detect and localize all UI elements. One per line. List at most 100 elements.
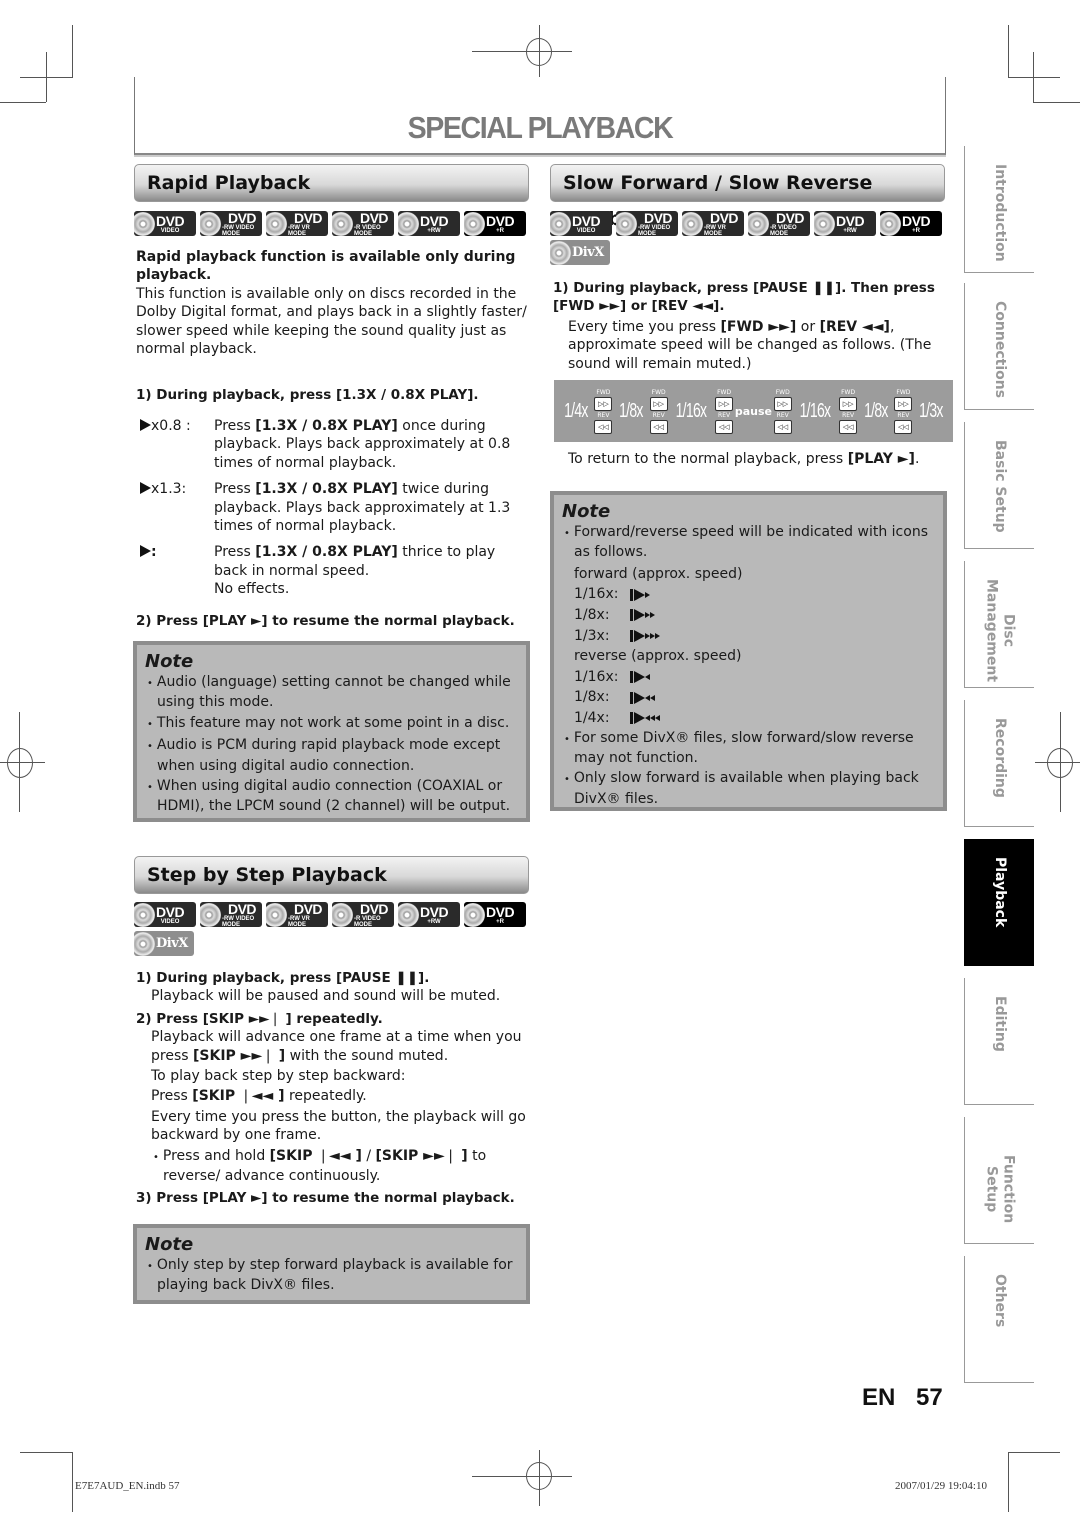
badge-dvd-rw-video: DVD -RW VIDEO MODE [200,211,262,236]
rapid-lead-bold: Rapid playback function is available onl… [136,249,516,284]
slow-return-text: To return to the normal playback, press … [568,451,920,467]
rapid-mode-list: x0.8 : Press [1.3X / 0.8X PLAY] once dur… [140,417,530,599]
disc-icon [134,902,155,927]
section-heading-slow: Slow Forward / Slow Reverse Playback [550,164,945,230]
rev-button-icon: ◁◁ [773,419,792,434]
disc-icon [200,211,221,236]
reverse-speed-row: 1/4x: [574,708,935,729]
crop-mark [46,52,47,102]
speed-label: 1/16x [800,399,831,422]
rapid-lead-text: This function is available only on discs… [136,285,527,358]
step-instructions: 1) During playback, press [PAUSE ❚❚]. Pl… [136,969,528,1208]
side-tab-recording[interactable]: Recording [964,700,1034,827]
crop-mark [1008,1452,1060,1453]
disc-icon [134,931,155,956]
note-item: Only slow forward is available when play… [562,769,935,808]
slow-forward-1-icon [630,588,650,601]
step-note-box: Note Only step by step forward playback … [133,1224,530,1304]
badge-dvd-rw-video: DVD -RW VIDEO MODE [616,211,678,236]
badge-dvd-plus-r: DVD +R [880,211,942,236]
rev-button-icon: ◁◁ [715,419,734,434]
badge-dvd-video: DVD VIDEO [134,902,196,927]
disc-icon [464,902,485,927]
rapid-step-1: 1) During playback, press [1.3X / 0.8X P… [136,387,479,403]
badge-dvd-rw-vr: DVD -RW VR MODE [682,211,744,236]
disc-badges-rapid: DVD VIDEO DVD -RW VIDEO MODE DVD -RW VR MOD… [134,211,526,236]
badge-divx: DivX [550,240,610,265]
fwd-rev-buttons: FWD ▷▷ REV ◁◁ [894,389,913,434]
rapid-mode-normal: : Press [1.3X / 0.8X PLAY] thrice to pla… [140,543,530,598]
disc-icon [332,902,353,927]
step-hold-tip: Press and hold [SKIP ❘◄◄ ] / [SKIP ►►❘ ]… [151,1147,528,1186]
fwd-rev-buttons: FWD ▷▷ REV ◁◁ [594,389,613,434]
note-item: Forward/reverse speed will be indicated … [562,523,935,562]
forward-speed-row: 1/8x: [574,605,935,626]
fwd-rev-buttons: FWD ▷▷ REV ◁◁ [773,389,792,434]
badge-dvd-plus-r: DVD +R [464,902,526,927]
play-icon [140,482,151,495]
note-item: This feature may not work at some point … [145,714,518,734]
disc-badges-step: DVD VIDEO DVD -RW VIDEO MODE DVD -RW VR MOD… [134,902,526,927]
fwd-button-icon: ▷▷ [649,396,668,411]
forward-speed-row: 1/3x: [574,626,935,647]
disc-icon [134,211,155,236]
speed-label: 1/16x [676,399,707,422]
speed-diagram: 1/4x FWD ▷▷ REV ◁◁ 1/8x FWD ▷▷ REV ◁◁ 1/16x FW… [554,380,953,442]
speed-label: 1/3x [919,399,943,422]
fwd-button-icon: ▷▷ [839,396,858,411]
crop-mark [0,102,46,103]
disc-icon [616,211,637,236]
rev-button-icon: ◁◁ [839,419,858,434]
reverse-speed-row: 1/8x: [574,687,935,708]
crop-mark [20,1452,73,1453]
registration-circle [526,38,552,66]
slow-step-1-text: Every time you press [FWD ►►] or [REV ◄◄… [568,319,932,372]
side-tab-others[interactable]: Others [964,1256,1034,1383]
disc-icon [550,240,571,265]
disc-badges-slow: DVD VIDEO DVD -RW VIDEO MODE DVD -RW VR MOD… [550,211,942,236]
registration-circle [1047,748,1073,778]
reverse-speed-row: 1/16x: [574,667,935,688]
registration-circle [7,748,33,778]
note-title: Note [145,1234,194,1255]
side-tab-disc-management[interactable]: Disc Management [964,561,1034,688]
play-icon [140,545,151,558]
note-item: For some DivX® files, slow forward/slow … [562,729,935,768]
disc-icon [266,902,287,927]
badge-dvd-video: DVD VIDEO [550,211,612,236]
fwd-button-icon: ▷▷ [594,396,613,411]
disc-icon [464,211,485,236]
fwd-rev-buttons: FWD ▷▷ REV ◁◁ [839,389,858,434]
divx-badge-row-step: DivX [134,931,194,956]
side-tab-playback[interactable]: Playback [964,839,1034,966]
badge-dvd-rw-vr: DVD -RW VR MODE [266,211,328,236]
fwd-button-icon: ▷▷ [773,396,792,411]
badge-dvd-r-video: DVD -R VIDEO MODE [332,902,394,927]
slow-reverse-1-icon [630,671,650,684]
note-title: Note [562,501,611,522]
disc-icon [748,211,769,236]
disc-icon [814,211,835,236]
side-tab-introduction[interactable]: Introduction [964,146,1034,273]
section-heading-step: Step by Step Playback [134,856,529,894]
disc-icon [550,211,571,236]
fwd-rev-buttons: FWD ▷▷ REV ◁◁ [715,389,734,434]
registration-mark [472,51,572,52]
registration-circle [526,1462,552,1490]
speed-icon-list: forward (approx. speed) 1/16x: 1/8x: 1/3… [562,564,935,729]
side-tab-basic-setup[interactable]: Basic Setup [964,422,1034,549]
side-tab-connections[interactable]: Connections [964,283,1034,410]
fwd-rev-buttons: FWD ▷▷ REV ◁◁ [649,389,668,434]
step-step-2: 2) Press [SKIP ►►❘ ] repeatedly. [136,1010,383,1027]
disc-icon [332,211,353,236]
side-tab-editing[interactable]: Editing [964,978,1034,1105]
side-tab-function-setup[interactable]: Function Setup [964,1117,1034,1244]
rapid-step-2: 2) Press [PLAY ►] to resume the normal p… [136,613,515,629]
speed-label: 1/8x [863,399,888,422]
footer-filename: E7E7AUD_EN.indb 57 [75,1480,180,1492]
rapid-intro: Rapid playback function is available onl… [136,248,528,358]
crop-mark [1008,25,1009,77]
rev-button-icon: ◁◁ [649,419,668,434]
badge-dvd-r-video: DVD -R VIDEO MODE [748,211,810,236]
disc-icon [880,211,901,236]
